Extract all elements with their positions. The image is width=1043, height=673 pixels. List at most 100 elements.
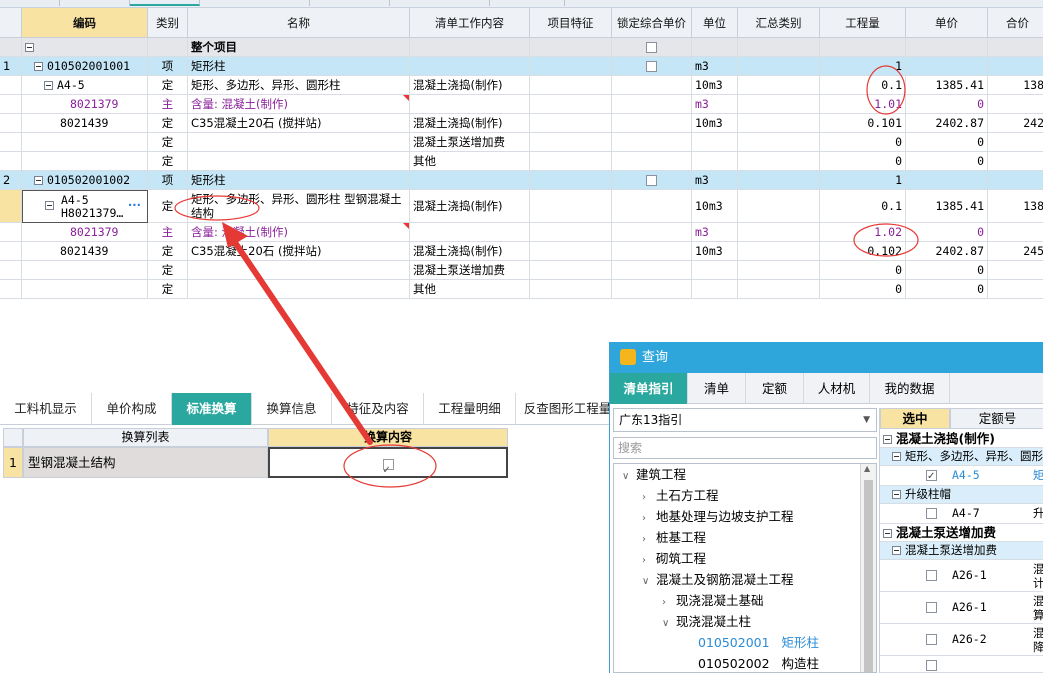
qty-cell[interactable]: 1.01	[820, 95, 906, 114]
tab-my-data[interactable]: 我的数据	[870, 373, 950, 404]
qty-cell[interactable]: 0	[820, 152, 906, 171]
name-cell[interactable]: 矩形、多边形、异形、圆形柱 型钢混凝土结构	[188, 190, 410, 223]
content-cell[interactable]: 混凝土浇捣(制作)	[410, 242, 530, 261]
top-tab[interactable]	[250, 0, 310, 6]
qty-cell[interactable]: 0.1	[820, 76, 906, 95]
qty-cell[interactable]: 0	[820, 280, 906, 299]
name-cell[interactable]	[188, 261, 410, 280]
tree-leaf[interactable]: 010502002 构造柱	[698, 653, 819, 672]
name-cell[interactable]	[188, 133, 410, 152]
lock-checkbox[interactable]	[646, 175, 657, 186]
tree-node[interactable]: › 现浇混凝土基础	[662, 590, 764, 611]
table-row[interactable]: 定 其他 0 0	[0, 152, 1043, 171]
tab-quantity-details[interactable]: 工程量明细	[424, 393, 516, 425]
content-cell[interactable]	[410, 95, 530, 114]
top-tab[interactable]	[505, 0, 565, 6]
top-tab[interactable]	[60, 0, 130, 6]
features-cell[interactable]	[530, 242, 612, 261]
qty-cell[interactable]: 0	[820, 261, 906, 280]
tree-node[interactable]: ∨ 现浇混凝土柱	[662, 611, 751, 632]
guide-search-input[interactable]: 搜索	[613, 437, 877, 459]
qty-cell[interactable]: 0.102	[820, 242, 906, 261]
tree-node[interactable]: › 地基处理与边坡支护工程	[642, 506, 794, 527]
tree-node[interactable]: ∨ 建筑工程	[622, 464, 686, 485]
code-cell[interactable]: A4-5 H8021379… ···	[22, 190, 148, 223]
quota-checkbox[interactable]	[926, 570, 937, 581]
table-row-selected[interactable]: A4-5 H8021379… ··· 定 矩形、多边形、异形、圆形柱 型钢混凝土…	[0, 190, 1043, 223]
table-row-summary[interactable]: 整个项目	[0, 38, 1043, 57]
collapse-icon[interactable]	[45, 201, 54, 210]
scrollbar-thumb[interactable]	[864, 480, 873, 672]
tab-bill-guide[interactable]: 清单指引	[610, 373, 688, 404]
qty-cell[interactable]: 1	[820, 57, 906, 76]
name-cell[interactable]: 含量: 混凝土(制作)	[188, 95, 410, 114]
quota-checkbox[interactable]	[926, 634, 937, 645]
quota-item[interactable]: A26-1 混计	[880, 560, 1043, 592]
query-title-bar[interactable]: 查询	[610, 342, 1043, 373]
scroll-up-icon[interactable]: ▲	[864, 464, 870, 473]
content-cell[interactable]: 混凝土浇捣(制作)	[410, 190, 530, 223]
collapse-icon[interactable]	[34, 62, 43, 71]
table-row[interactable]: 定 混凝土泵送增加费 0 0	[0, 133, 1043, 152]
tree-node[interactable]: ∨ 混凝土及钢筋混凝土工程	[642, 569, 794, 590]
header-quantity[interactable]: 工程量	[820, 8, 906, 38]
qty-cell[interactable]: 0	[820, 133, 906, 152]
features-cell[interactable]	[530, 223, 612, 242]
collapse-icon[interactable]	[883, 435, 892, 444]
tree-node[interactable]: › 桩基工程	[642, 527, 706, 548]
table-row[interactable]: 定 其他 0 0	[0, 280, 1043, 299]
tab-conversion-info[interactable]: 换算信息	[252, 393, 332, 425]
quota-subgroup[interactable]: 升级柱帽	[880, 486, 1043, 504]
content-cell[interactable]: 混凝土泵送增加费	[410, 261, 530, 280]
table-row[interactable]: A4-5 定 矩形、多边形、异形、圆形柱 混凝土浇捣(制作) 10m3 0.1 …	[0, 76, 1043, 95]
name-cell[interactable]: 矩形柱	[188, 57, 410, 76]
qty-cell[interactable]: 1	[820, 171, 906, 190]
collapse-icon[interactable]	[34, 176, 43, 185]
tab-features-content[interactable]: 特征及内容	[332, 393, 424, 425]
features-cell[interactable]	[530, 76, 612, 95]
quota-item[interactable]	[880, 656, 1043, 673]
content-cell[interactable]: 混凝土浇捣(制作)	[410, 114, 530, 133]
table-row[interactable]: 8021439 定 C35混凝土20石 (搅拌站) 混凝土浇捣(制作) 10m3…	[0, 114, 1043, 133]
collapse-icon[interactable]	[892, 452, 901, 461]
header-unit[interactable]: 单位	[692, 8, 738, 38]
header-name[interactable]: 名称	[188, 8, 410, 38]
table-row[interactable]: 2 010502001002 项 矩形柱 m3 1	[0, 171, 1043, 190]
tree-node[interactable]: › 土石方工程	[642, 485, 719, 506]
quota-item[interactable]: A4-7 升	[880, 504, 1043, 524]
quota-item[interactable]: ✓ A4-5 矩	[880, 466, 1043, 486]
tab-quota[interactable]: 定额	[746, 373, 804, 404]
collapse-icon[interactable]	[44, 81, 53, 90]
conv-item-value[interactable]: ✓	[268, 447, 508, 478]
features-cell[interactable]	[530, 114, 612, 133]
qty-cell[interactable]: 1.02	[820, 223, 906, 242]
name-cell[interactable]: 矩形柱	[188, 171, 410, 190]
quota-checkbox[interactable]: ✓	[926, 470, 937, 482]
name-cell[interactable]	[188, 152, 410, 171]
tab-material-display[interactable]: 工料机显示	[0, 393, 92, 425]
tab-reverse-lookup[interactable]: 反查图形工程量	[516, 393, 620, 425]
table-row[interactable]: 8021379 主 含量: 混凝土(制作) m3 1.01 0	[0, 95, 1043, 114]
header-total[interactable]: 合价	[988, 8, 1043, 38]
features-cell[interactable]	[530, 152, 612, 171]
header-unit-price[interactable]: 单价	[906, 8, 988, 38]
collapse-icon[interactable]	[883, 529, 892, 538]
tab-price-composition[interactable]: 单价构成	[92, 393, 172, 425]
tab-bill[interactable]: 清单	[688, 373, 746, 404]
table-row[interactable]: 8021379 主 含量: 混凝土(制作) m3 1.02 0	[0, 223, 1043, 242]
tree-leaf-selected[interactable]: 010502001 矩形柱	[698, 632, 819, 653]
features-cell[interactable]	[530, 280, 612, 299]
header-features[interactable]: 项目特征	[530, 8, 612, 38]
quota-item[interactable]: A26-1 混算	[880, 592, 1043, 624]
quota-subgroup[interactable]: 矩形、多边形、异形、圆形	[880, 448, 1043, 466]
collapse-icon[interactable]	[892, 490, 901, 499]
quota-checkbox[interactable]	[926, 508, 937, 519]
name-cell[interactable]: C35混凝土20石 (搅拌站)	[188, 114, 410, 133]
top-tab[interactable]	[410, 0, 490, 6]
table-row[interactable]: 1 010502001001 项 矩形柱 m3 1	[0, 57, 1043, 76]
top-tab[interactable]	[330, 0, 390, 6]
features-cell[interactable]	[530, 57, 612, 76]
content-cell[interactable]: 混凝土泵送增加费	[410, 133, 530, 152]
header-summary-type[interactable]: 汇总类别	[738, 8, 820, 38]
conversion-checkbox[interactable]: ✓	[382, 459, 394, 476]
